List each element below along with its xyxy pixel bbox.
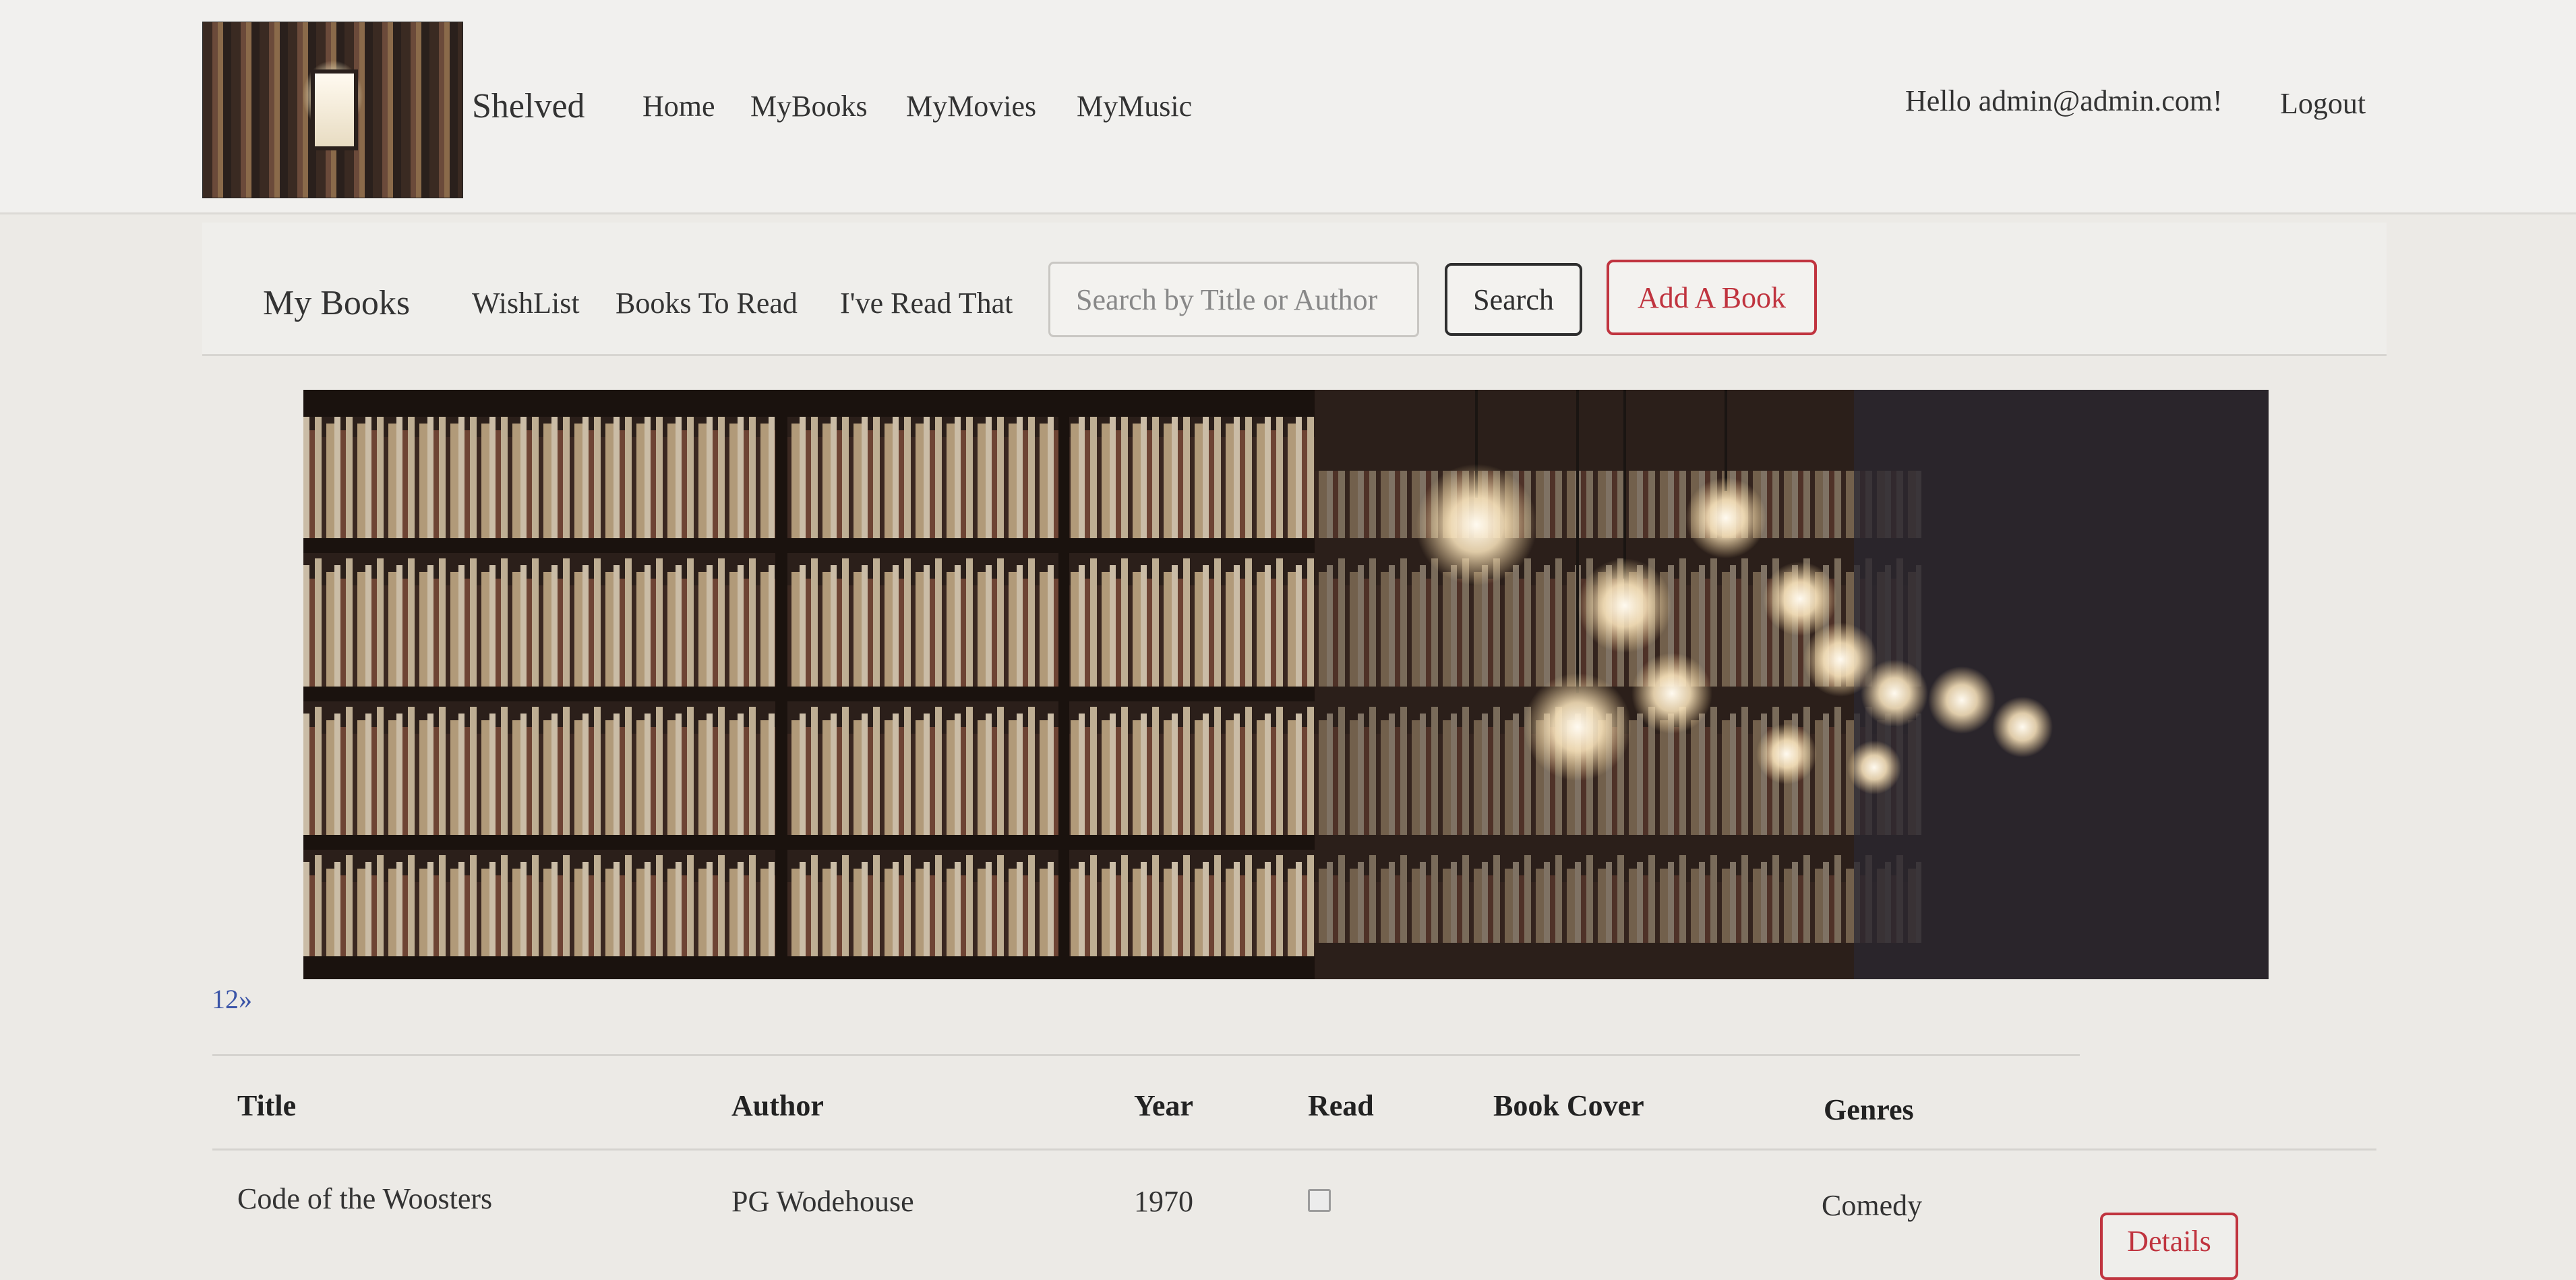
col-header-author: Author (731, 1089, 824, 1122)
table-header-rule (212, 1148, 2376, 1151)
user-greeting: Hello admin@admin.com! (1905, 84, 2223, 117)
details-button[interactable]: Details (2100, 1213, 2238, 1280)
book-author: PG Wodehouse (731, 1185, 914, 1218)
col-header-read: Read (1308, 1089, 1374, 1122)
col-header-title: Title (237, 1089, 297, 1122)
subnav-ive-read-that[interactable]: I've Read That (840, 286, 1013, 320)
nav-mymovies[interactable]: MyMovies (906, 89, 1036, 123)
pagination[interactable]: 12» (212, 983, 252, 1015)
nav-mybooks[interactable]: MyBooks (750, 89, 868, 123)
book-title: Code of the Woosters (237, 1182, 493, 1215)
brand-name[interactable]: Shelved (472, 86, 585, 126)
section-title[interactable]: My Books (263, 283, 410, 323)
subnav-wishlist[interactable]: WishList (472, 286, 580, 320)
table-top-rule (212, 1054, 2080, 1056)
nav-mymusic[interactable]: MyMusic (1077, 89, 1192, 123)
library-banner-image (303, 390, 2269, 979)
col-header-genres: Genres (1824, 1093, 1914, 1126)
logout-link[interactable]: Logout (2280, 86, 2366, 121)
col-header-book-cover: Book Cover (1493, 1089, 1644, 1122)
read-checkbox[interactable] (1308, 1189, 1331, 1212)
subnav-books-to-read[interactable]: Books To Read (616, 286, 798, 320)
book-year: 1970 (1134, 1185, 1193, 1218)
book-genres: Comedy (1822, 1189, 1923, 1222)
add-book-button[interactable]: Add A Book (1607, 260, 1817, 335)
search-button[interactable]: Search (1445, 263, 1582, 336)
logo-window-detail (311, 69, 358, 150)
search-input[interactable] (1048, 262, 1419, 337)
col-header-year: Year (1134, 1089, 1193, 1122)
brand-logo[interactable] (202, 22, 463, 198)
nav-home[interactable]: Home (642, 89, 715, 123)
